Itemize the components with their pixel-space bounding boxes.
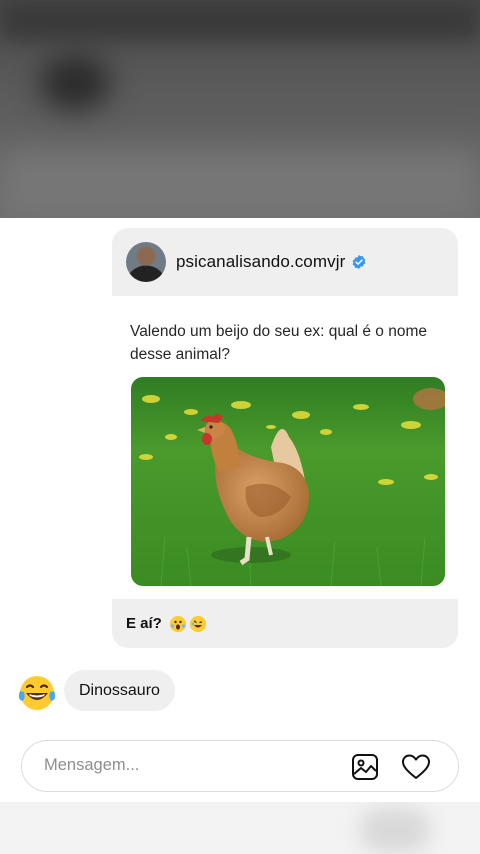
message-input[interactable]: Mensagem...: [44, 756, 139, 775]
shared-post-card[interactable]: psicanalisando.comvjr Valendo um beijo d…: [112, 228, 458, 648]
post-footer: E aí?: [112, 599, 458, 648]
scream-emoji-icon: [169, 615, 186, 632]
laughing-tears-emoji-icon: [18, 676, 56, 710]
verified-badge-icon: [353, 255, 366, 269]
post-image[interactable]: [131, 377, 445, 586]
bottom-blurred-area: [0, 802, 480, 854]
post-caption: Valendo um beijo do seu ex: qual é o nom…: [130, 323, 427, 363]
rolling-laugh-emoji-icon: [189, 615, 206, 632]
footer-text: E aí?: [126, 615, 162, 632]
post-header[interactable]: psicanalisando.comvjr: [112, 228, 458, 296]
message-composer[interactable]: Mensagem...: [21, 740, 459, 792]
blurred-background: [0, 0, 480, 218]
avatar[interactable]: [126, 242, 166, 282]
reply-text: Dinossauro: [79, 681, 160, 699]
post-username[interactable]: psicanalisando.comvjr: [176, 252, 345, 272]
image-gallery-icon[interactable]: [350, 752, 380, 782]
heart-icon[interactable]: [401, 752, 431, 782]
reply-message-bubble[interactable]: Dinossauro: [64, 670, 175, 711]
